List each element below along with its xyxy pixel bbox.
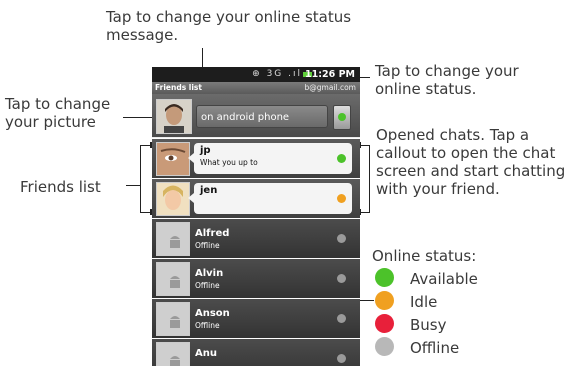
default-avatar [156,222,190,256]
annotation-online-status: Tap to change your online status. [375,62,519,98]
friend-avatar [156,182,190,216]
offline-status-icon [337,234,346,243]
offline-legend-icon [375,337,394,356]
legend-label: Busy [410,316,447,334]
available-legend-icon [375,268,394,287]
chat-message: What you up to [200,158,258,167]
busy-legend-icon [375,314,394,333]
offline-status-icon [337,354,346,363]
friend-row[interactable]: Anu [152,338,360,366]
bracket-friends-v [140,145,141,213]
face-avatar-icon [157,183,189,215]
friend-name: jp [200,145,211,156]
friend-row[interactable]: Alvin Offline [152,258,360,299]
chat-row[interactable]: jp What you up to [152,138,360,179]
account-email: b@gmail.com [304,83,357,92]
friend-row[interactable]: Alfred Offline [152,218,360,259]
friend-row[interactable]: Anson Offline [152,298,360,339]
default-avatar [156,342,190,366]
offline-status-icon [337,314,346,323]
app-title: Friends list [155,83,202,92]
available-status-icon [338,113,346,121]
face-avatar-icon [157,143,189,175]
annotation-opened-chats: Opened chats. Tap a callout to open the … [376,126,566,198]
legend-label: Idle [410,293,438,311]
status-bar: ⊕ 3G .ıl 11:26 PM [152,67,360,82]
status-bar-time: 11:26 PM [305,69,355,80]
android-icon [170,356,180,366]
chat-row[interactable]: jen [152,178,360,219]
default-avatar [156,262,190,296]
bracket-chats-v [369,145,370,213]
friend-name: Alvin [195,268,224,279]
friend-name: Alfred [195,228,230,239]
status-message-input[interactable]: on android phone [196,105,328,128]
online-status-button[interactable] [333,105,351,130]
phone-screen: ⊕ 3G .ıl 11:26 PM Friends list b@gmail.c… [152,67,360,366]
annotation-friends-list: Friends list [20,178,101,196]
android-icon [170,316,180,328]
offline-status-icon [337,274,346,283]
android-icon [170,276,180,288]
friend-name: jen [200,185,218,196]
status-bar-icons: ⊕ 3G .ıl [252,69,302,79]
my-picture-avatar[interactable] [156,99,192,134]
idle-status-icon [337,194,346,203]
annotation-picture: Tap to change your picture [5,95,111,131]
legend-title: Online status: [372,247,477,265]
legend-label: Offline [410,339,460,357]
friend-status-text: Offline [195,241,220,250]
friend-avatar [156,142,190,176]
available-status-icon [337,154,346,163]
annotation-status-message: Tap to change your online status message… [106,8,352,44]
chat-callout[interactable] [188,183,352,214]
bracket-friends-tick [126,185,140,186]
idle-legend-icon [375,291,394,310]
friend-name: Anson [195,308,230,319]
friend-name: Anu [195,348,217,359]
android-icon [170,236,180,248]
default-avatar [156,302,190,336]
legend-label: Available [410,270,478,288]
friend-status-text: Offline [195,281,220,290]
title-bar: Friends list b@gmail.com [152,82,360,94]
friend-status-text: Offline [195,321,220,330]
my-picture-avatar-icon [157,100,191,133]
